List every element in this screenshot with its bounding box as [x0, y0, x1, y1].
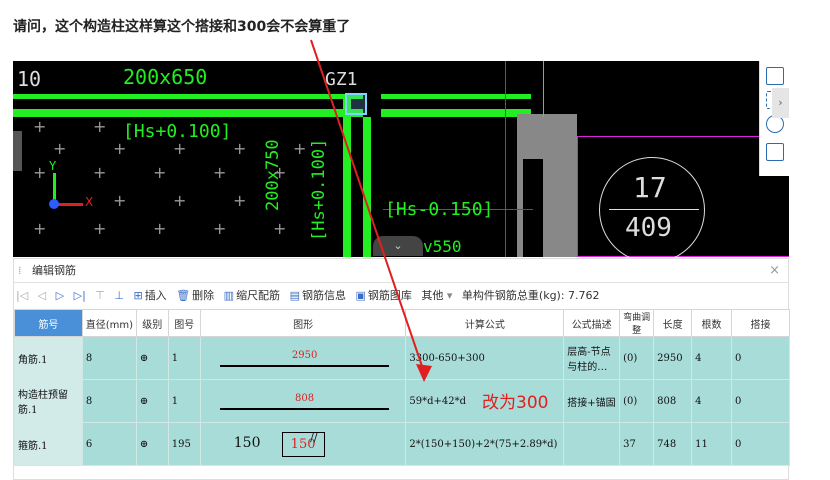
annotation-arrow [310, 39, 432, 382]
arrow-head [416, 364, 432, 382]
arrow-line [310, 39, 425, 373]
annotation-text: 改为300 [482, 393, 549, 413]
